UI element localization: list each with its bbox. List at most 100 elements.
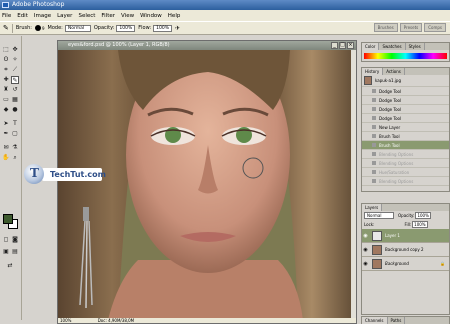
layer-opacity-field[interactable]: 100% xyxy=(415,212,431,219)
tab-layers[interactable]: Layers xyxy=(362,204,383,211)
zoom-tool-icon[interactable]: ⌕ xyxy=(11,154,19,162)
history-snapshot[interactable]: kapuk-a1.jpg xyxy=(362,75,449,87)
brush-tool-preset-icon[interactable]: ✎ xyxy=(3,24,9,32)
eraser-tool-icon[interactable]: ▭ xyxy=(2,96,10,104)
menu-file[interactable]: File xyxy=(2,13,11,19)
flow-field[interactable]: 100% xyxy=(153,24,172,32)
foreground-color-swatch[interactable] xyxy=(3,214,13,224)
brush-preview-icon[interactable] xyxy=(35,25,41,31)
blur-tool-icon[interactable]: ◆ xyxy=(2,106,10,114)
history-state-icon xyxy=(372,134,376,138)
techtut-logo: TechTut.com T xyxy=(24,164,106,184)
tab-paths[interactable]: Paths xyxy=(388,317,406,324)
eye-icon[interactable]: ◉ xyxy=(362,261,369,267)
menu-layer[interactable]: Layer xyxy=(57,13,72,19)
move-tool-icon[interactable]: ✥ xyxy=(11,46,19,54)
history-state-label: Dodge Tool xyxy=(379,97,402,103)
well-tab-brushes[interactable]: Brushes xyxy=(373,23,398,32)
history-state[interactable]: Blending Options xyxy=(362,177,449,186)
history-state[interactable]: Blending Options xyxy=(362,159,449,168)
layer-row[interactable]: ◉ Layer 1 xyxy=(362,229,449,243)
path-selection-tool-icon[interactable]: ➤ xyxy=(2,120,10,128)
lock-icon: 🔒 xyxy=(440,261,445,266)
layer-row[interactable]: ◉ Background copy 2 xyxy=(362,243,449,257)
history-brush-tool-icon[interactable]: ↺ xyxy=(11,86,19,94)
layer-row[interactable]: ◉ Background 🔒 xyxy=(362,257,449,271)
eyedropper-tool-icon[interactable]: ⚗ xyxy=(11,144,19,152)
menu-edit[interactable]: Edit xyxy=(17,13,28,19)
menu-image[interactable]: Image xyxy=(34,13,51,19)
crop-tool-icon[interactable]: ⌗ xyxy=(2,66,10,74)
shape-tool-icon[interactable]: ▢ xyxy=(11,130,19,138)
snapshot-thumbnail xyxy=(364,76,372,85)
full-screen-icon[interactable]: ▤ xyxy=(11,248,19,256)
clone-stamp-tool-icon[interactable]: ♜ xyxy=(2,86,10,94)
eye-icon[interactable]: ◉ xyxy=(362,233,369,239)
jump-to-imageready-icon[interactable]: ⇄ xyxy=(6,262,14,270)
well-tab-comps[interactable]: Comps xyxy=(424,23,446,32)
fill-field[interactable]: 100% xyxy=(412,221,428,228)
menu-filter[interactable]: Filter xyxy=(101,13,115,19)
history-state-icon xyxy=(372,98,376,102)
minimize-icon[interactable]: _ xyxy=(331,42,338,49)
mode-select[interactable]: Normal xyxy=(64,24,91,32)
history-state[interactable]: Dodge Tool xyxy=(362,114,449,123)
color-ramp[interactable] xyxy=(364,53,447,59)
toolbox: ⬚ ✥ ʘ ✧ ⌗ ⟋ ✚ ✎ ♜ ↺ ▭ ▦ ◆ ● ➤ T ✒ ▢ ✉ ⚗ … xyxy=(0,36,22,320)
tab-styles[interactable]: Styles xyxy=(406,43,425,50)
menu-view[interactable]: View xyxy=(121,13,134,19)
notes-tool-icon[interactable]: ✉ xyxy=(2,144,10,152)
standard-mode-icon[interactable]: ◻ xyxy=(2,236,10,244)
divider xyxy=(11,23,13,33)
hand-tool-icon[interactable]: ✋ xyxy=(2,154,10,162)
history-state-icon xyxy=(372,170,376,174)
layer-thumbnail xyxy=(372,258,382,269)
zoom-level[interactable]: 100% xyxy=(60,318,71,323)
tab-actions[interactable]: Actions xyxy=(383,68,405,75)
image-canvas[interactable] xyxy=(58,50,356,320)
dodge-tool-icon[interactable]: ● xyxy=(11,106,19,114)
screen-mode-icon[interactable]: ▣ xyxy=(2,248,10,256)
type-tool-icon[interactable]: T xyxy=(11,120,19,128)
quick-mask-icon[interactable]: ◙ xyxy=(11,236,19,244)
history-state-label: Dodge Tool xyxy=(379,115,402,121)
blend-mode-select[interactable]: Normal xyxy=(364,212,394,219)
app-title-bar: Adobe Photoshop xyxy=(0,0,450,10)
menu-window[interactable]: Window xyxy=(140,13,162,19)
close-icon[interactable]: × xyxy=(347,42,354,49)
tab-swatches[interactable]: Swatches xyxy=(379,43,406,50)
pen-tool-icon[interactable]: ✒ xyxy=(2,130,10,138)
history-state[interactable]: Brush Tool xyxy=(362,132,449,141)
eye-icon[interactable]: ◉ xyxy=(362,247,369,253)
menu-help[interactable]: Help xyxy=(168,13,181,19)
brush-size: 9 xyxy=(42,25,45,31)
history-state-icon xyxy=(372,152,376,156)
opacity-field[interactable]: 100% xyxy=(116,24,136,32)
history-state-label: New Layer xyxy=(379,124,401,130)
brush-tool-icon[interactable]: ✎ xyxy=(11,76,19,84)
maximize-icon[interactable]: □ xyxy=(339,42,346,49)
magic-wand-tool-icon[interactable]: ✧ xyxy=(11,56,19,64)
slice-tool-icon[interactable]: ⟋ xyxy=(11,66,19,74)
airbrush-icon[interactable]: ✈ xyxy=(175,25,180,32)
layer-name: Background copy 2 xyxy=(385,247,424,252)
history-state[interactable]: Dodge Tool xyxy=(362,105,449,114)
history-state[interactable]: New Layer xyxy=(362,123,449,132)
marquee-tool-icon[interactable]: ⬚ xyxy=(2,46,10,54)
gradient-tool-icon[interactable]: ▦ xyxy=(11,96,19,104)
history-state[interactable]: Hue/Saturation xyxy=(362,168,449,177)
healing-brush-tool-icon[interactable]: ✚ xyxy=(2,76,10,84)
history-state[interactable]: Blending Options xyxy=(362,150,449,159)
menu-select[interactable]: Select xyxy=(78,13,95,19)
lasso-tool-icon[interactable]: ʘ xyxy=(2,56,10,64)
tab-channels[interactable]: Channels xyxy=(362,317,388,324)
well-tab-presets[interactable]: Presets xyxy=(399,23,423,32)
tab-history[interactable]: History xyxy=(362,68,384,75)
history-state[interactable]: Dodge Tool xyxy=(362,87,449,96)
history-state[interactable]: Brush Tool xyxy=(362,141,449,150)
layer-opacity-label: Opacity: xyxy=(398,213,415,218)
vertical-scrollbar[interactable] xyxy=(351,50,356,318)
document-title-bar: eyes&ford.psd @ 100% (Layer 1, RGB/8) _ … xyxy=(58,41,356,50)
history-state[interactable]: Dodge Tool xyxy=(362,96,449,105)
tab-color[interactable]: Color xyxy=(362,43,380,50)
